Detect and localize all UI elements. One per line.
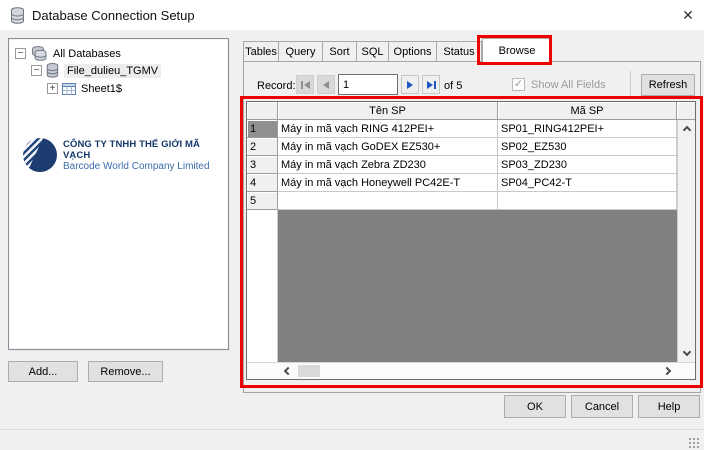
row-header[interactable]: 3 [247, 156, 278, 174]
database-icon [10, 7, 25, 29]
grid-cell-ten-sp[interactable]: Máy in mã vạch Zebra ZD230 [278, 156, 498, 174]
table-row[interactable]: 5 [247, 192, 677, 210]
tab-sql[interactable]: SQL [357, 41, 389, 62]
scroll-right-icon[interactable] [659, 363, 676, 379]
tab-sort[interactable]: Sort [323, 41, 357, 62]
ok-button[interactable]: OK [504, 395, 566, 418]
table-row[interactable]: 4 Máy in mã vạch Honeywell PC42E-T SP04_PC… [247, 174, 677, 192]
next-record-button[interactable] [401, 75, 419, 94]
record-count-label: of 5 [444, 80, 463, 92]
grid-cell-ten-sp[interactable]: Máy in mã vạch GoDEX EZ530+ [278, 138, 498, 156]
grid-cell-ma-sp[interactable] [498, 192, 677, 210]
row-header[interactable]: 2 [247, 138, 278, 156]
row-header[interactable]: 4 [247, 174, 278, 192]
table-icon [62, 82, 76, 95]
add-button[interactable]: Add... [8, 361, 78, 382]
grid-cell-ma-sp[interactable]: SP04_PC42-T [498, 174, 677, 192]
grid-cell-ma-sp[interactable]: SP03_ZD230 [498, 156, 677, 174]
tree-label[interactable]: Sheet1$ [81, 83, 122, 95]
cancel-button[interactable]: Cancel [571, 395, 633, 418]
tree-label[interactable]: All Databases [53, 48, 121, 60]
tree-label-selected[interactable]: File_dulieu_TGMV [64, 63, 162, 78]
tab-strip: Tables Query Sort SQL Options Status Browse [243, 38, 552, 63]
grid-rows: 1 Máy in mã vạch RING 412PEI+ SP01_RING412… [247, 120, 677, 210]
table-row[interactable]: 3 Máy in mã vạch Zebra ZD230 SP03_ZD230 [247, 156, 677, 174]
table-row[interactable]: 1 Máy in mã vạch RING 412PEI+ SP01_RING412… [247, 120, 677, 138]
refresh-button[interactable]: Refresh [641, 74, 695, 96]
logo-circle-icon [23, 138, 57, 172]
collapse-toggle-icon[interactable]: − [15, 48, 26, 59]
record-label: Record: [257, 80, 296, 92]
tree-item-all-databases[interactable]: − All Databases [15, 45, 121, 62]
collapse-toggle-icon[interactable]: − [31, 65, 42, 76]
company-logo: CÔNG TY TNHH THẾ GIỚI MÃ VẠCH Barcode Wo… [23, 136, 228, 174]
grid-cell-ma-sp[interactable]: SP01_RING412PEI+ [498, 120, 677, 138]
remove-button[interactable]: Remove... [88, 361, 163, 382]
tab-options[interactable]: Options [389, 41, 437, 62]
row-header[interactable]: 1 [247, 120, 278, 138]
tree-item-sheet1[interactable]: + Sheet1$ [47, 80, 122, 97]
footer-divider [0, 429, 704, 430]
row-header[interactable]: 5 [247, 192, 278, 210]
grid-header-row: Tên SP Mã SP [247, 102, 695, 120]
scroll-down-icon[interactable] [678, 345, 695, 362]
previous-record-button[interactable] [317, 75, 335, 94]
databases-stack-icon [30, 45, 48, 62]
grid-cell-ten-sp[interactable] [278, 192, 498, 210]
logo-company-name: CÔNG TY TNHH THẾ GIỚI MÃ VẠCH [63, 138, 200, 161]
toolbar-separator [630, 71, 631, 98]
window-title: Database Connection Setup [32, 8, 195, 23]
database-icon [46, 63, 59, 78]
grid-cell-ten-sp[interactable]: Máy in mã vạch RING 412PEI+ [278, 120, 498, 138]
help-button[interactable]: Help [638, 395, 700, 418]
resize-grip-icon[interactable] [687, 436, 700, 449]
scroll-up-icon[interactable] [678, 120, 695, 137]
tab-tables[interactable]: Tables [243, 41, 279, 62]
row-header-strip [247, 210, 278, 362]
tab-query[interactable]: Query [279, 41, 323, 62]
vertical-scrollbar[interactable] [677, 120, 695, 362]
column-header-ten-sp[interactable]: Tên SP [278, 102, 498, 120]
column-header-ma-sp[interactable]: Mã SP [498, 102, 677, 120]
grid-cell-ma-sp[interactable]: SP02_EZ530 [498, 138, 677, 156]
horizontal-scrollbar[interactable] [247, 362, 695, 379]
tree-item-file-dulieu-tgmv[interactable]: − File_dulieu_TGMV [31, 62, 162, 79]
tab-browse[interactable]: Browse [482, 38, 552, 63]
grid-corner-cell[interactable] [247, 102, 278, 120]
title-bar: Database Connection Setup ✕ [0, 0, 704, 30]
scroll-left-icon[interactable] [278, 363, 295, 379]
database-tree-panel: − All Databases − File_dulieu_TGMV + She… [8, 38, 229, 350]
last-record-button[interactable] [422, 75, 440, 94]
show-all-fields-label: Show All Fields [531, 79, 606, 91]
table-row[interactable]: 2 Máy in mã vạch GoDEX EZ530+ SP02_EZ530 [247, 138, 677, 156]
close-icon[interactable]: ✕ [672, 0, 704, 30]
logo-company-name-en: Barcode World Company Limited [63, 160, 210, 172]
browse-data-grid: Tên SP Mã SP 1 Máy in mã vạch RING 412PEI… [246, 101, 696, 380]
show-all-fields-checkbox[interactable] [512, 78, 525, 91]
horizontal-scroll-thumb[interactable] [298, 365, 320, 377]
record-number-input[interactable] [338, 74, 398, 95]
grid-cell-ten-sp[interactable]: Máy in mã vạch Honeywell PC42E-T [278, 174, 498, 192]
grid-header-filler [677, 102, 695, 120]
expand-toggle-icon[interactable]: + [47, 83, 58, 94]
first-record-button[interactable] [296, 75, 314, 94]
tab-status[interactable]: Status [437, 41, 482, 62]
